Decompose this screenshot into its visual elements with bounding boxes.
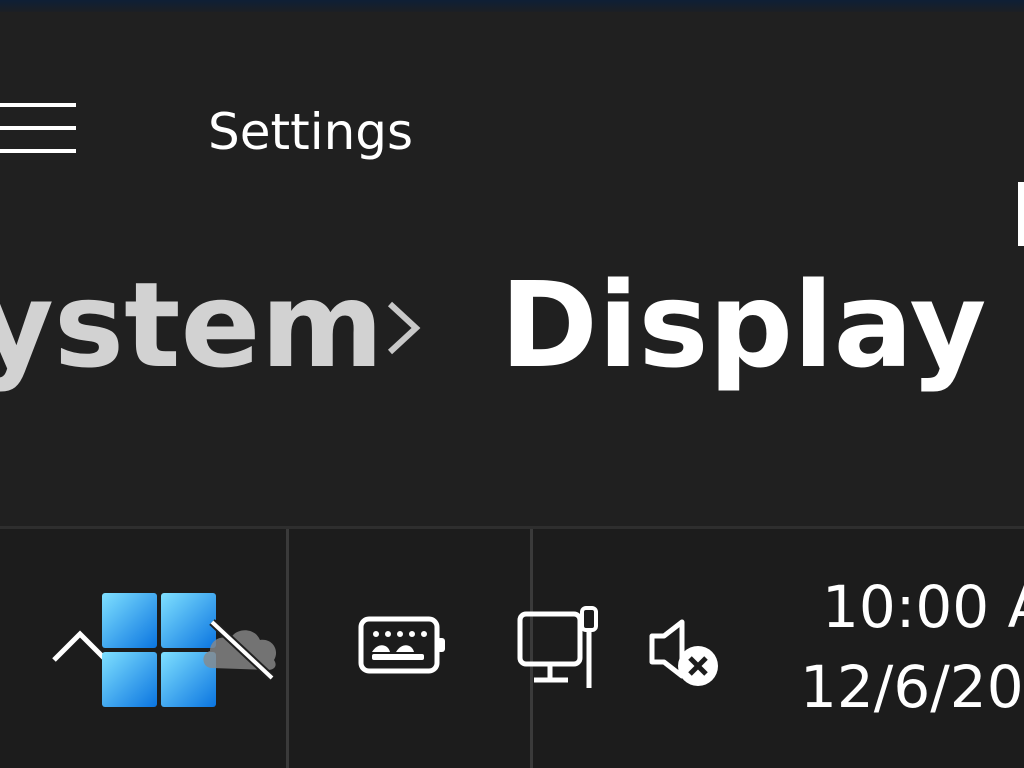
taskbar-divider: [286, 529, 289, 768]
breadcrumb-parent-link[interactable]: System: [0, 250, 384, 400]
clock-time[interactable]: 10:00 AM: [822, 572, 1024, 642]
clock-date[interactable]: 12/6/2024: [800, 652, 1024, 722]
settings-window: Settings System Display: [0, 0, 1024, 768]
chevron-up-icon[interactable]: [50, 626, 110, 666]
volume-muted-icon[interactable]: [648, 618, 724, 690]
chevron-right-icon: [378, 296, 428, 360]
onedrive-off-icon[interactable]: [198, 618, 282, 684]
mouse-cursor-icon: [1018, 182, 1024, 246]
window-top-edge: [0, 0, 1024, 12]
network-wired-icon[interactable]: [516, 604, 606, 690]
touch-keyboard-icon[interactable]: [358, 616, 452, 678]
hamburger-menu-icon[interactable]: [0, 98, 78, 158]
app-title: Settings: [208, 103, 414, 161]
breadcrumb-current-page: Display: [500, 256, 987, 394]
